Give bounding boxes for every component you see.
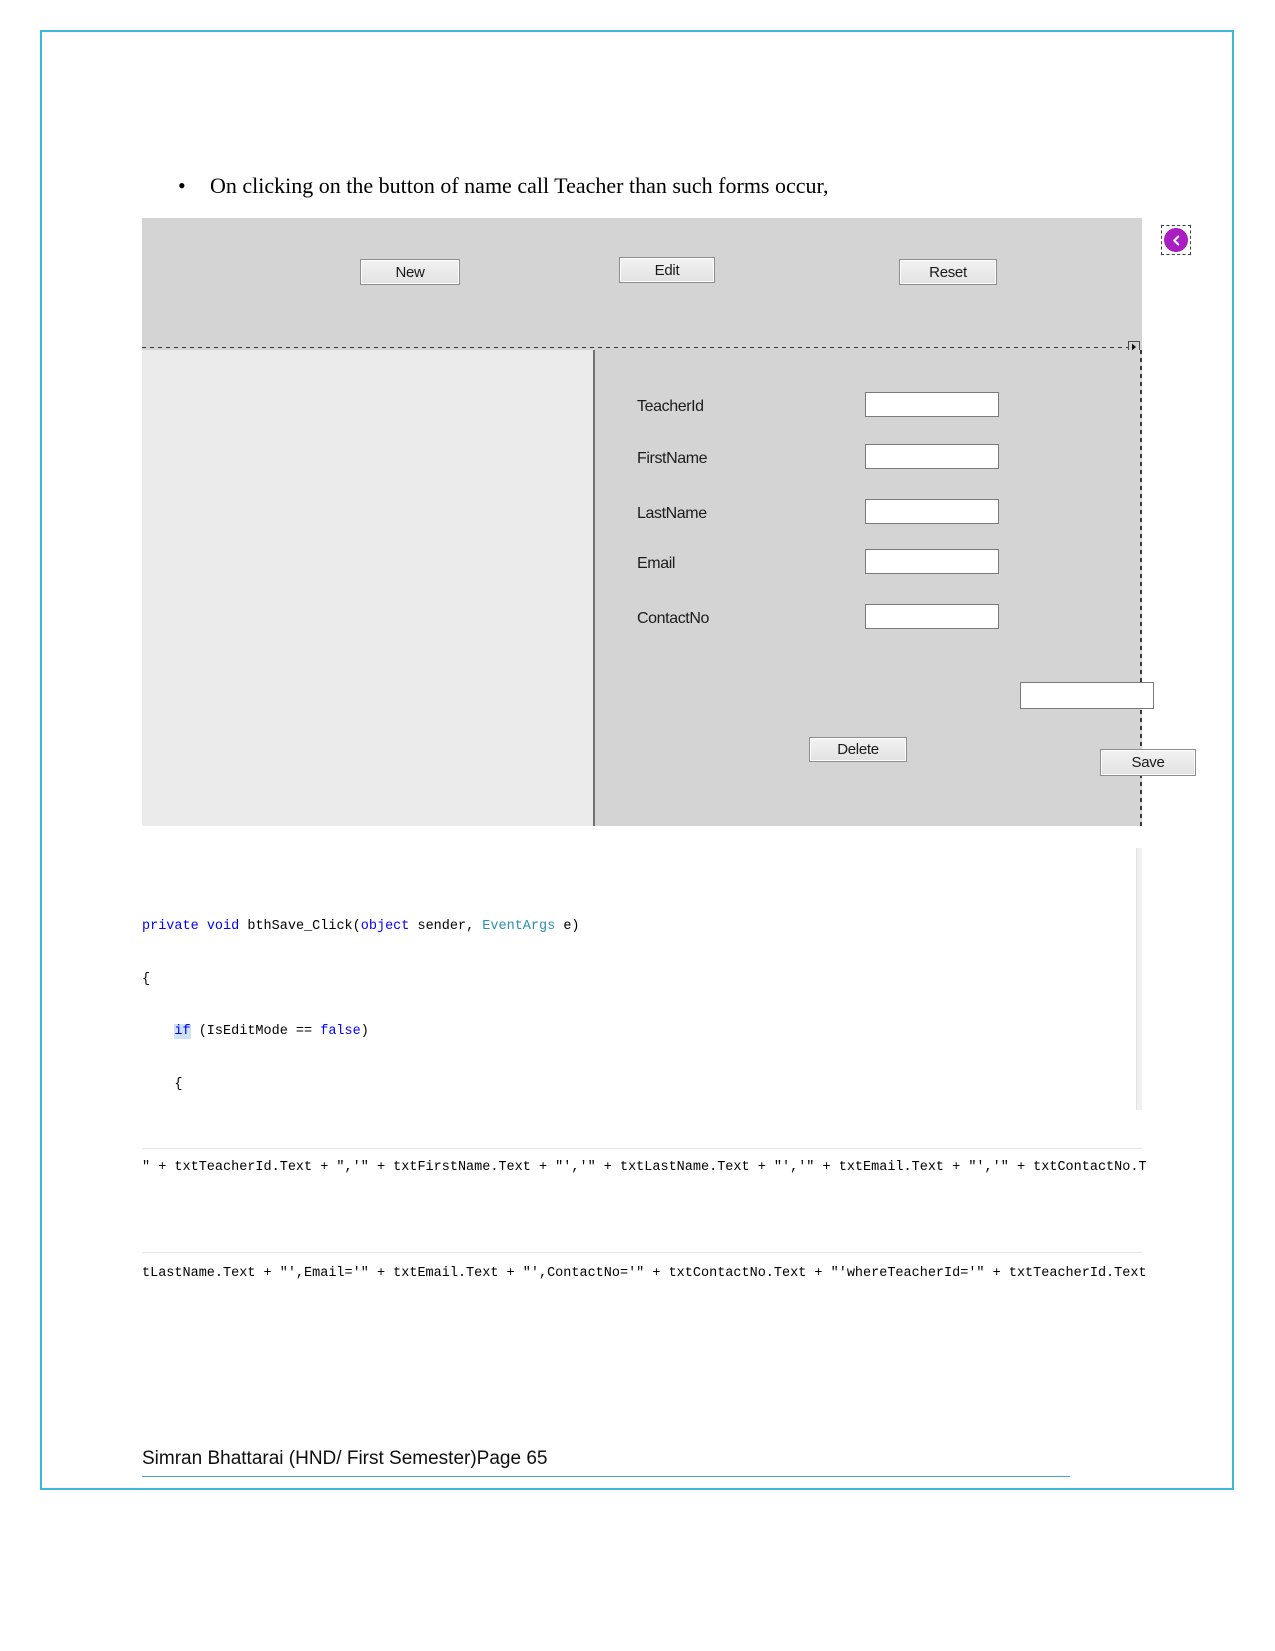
contactno-input[interactable] (865, 604, 999, 629)
code-line: private void bthSave_Click(object sender… (142, 919, 580, 934)
chevron-left-icon (1170, 234, 1183, 247)
contactno-label: ContactNo (637, 610, 709, 627)
field-row-contactno: ContactNo (637, 604, 1137, 634)
new-button[interactable]: New (360, 259, 460, 285)
save-button[interactable]: Save (1100, 749, 1196, 776)
form-body: TeacherId FirstName LastName Email Conta… (142, 350, 1196, 826)
field-row-email: Email (637, 549, 1137, 579)
firstname-label: FirstName (637, 450, 708, 467)
lastname-input[interactable] (865, 499, 999, 524)
delete-button[interactable]: Delete (809, 737, 907, 762)
code-line: { (142, 971, 151, 987)
teacher-list-panel (142, 350, 595, 826)
bullet-marker: • (178, 173, 186, 198)
overflow-divider (142, 1148, 1142, 1149)
field-row-firstname: FirstName (637, 444, 1137, 474)
teacher-detail-panel: TeacherId FirstName LastName Email Conta… (597, 350, 1196, 826)
form-toolbar: New Edit Reset (142, 218, 1191, 344)
teacherid-label: TeacherId (637, 398, 704, 415)
code-line: if (IsEditMode == false) (174, 1024, 369, 1039)
edit-button[interactable]: Edit (619, 257, 715, 283)
back-button[interactable] (1164, 228, 1188, 252)
bullet-paragraph: • On clicking on the button of name call… (178, 172, 1098, 200)
email-label: Email (637, 555, 676, 572)
query-input[interactable] (1020, 682, 1154, 709)
code-editor-screenshot: private void bthSave_Click(object sender… (142, 848, 1142, 1110)
page-footer: Simran Bhattarai (HND/ First Semester)Pa… (142, 1448, 1070, 1477)
overflow-divider (142, 1252, 1142, 1253)
lastname-label: LastName (637, 505, 707, 522)
teacher-form-screenshot: New Edit Reset TeacherId FirstName LastN… (142, 218, 1196, 826)
teacherid-input[interactable] (865, 392, 999, 417)
email-input[interactable] (865, 549, 999, 574)
back-button-selection-box (1161, 225, 1191, 255)
field-row-lastname: LastName (637, 499, 1137, 529)
code-line: { (142, 1076, 183, 1092)
firstname-input[interactable] (865, 444, 999, 469)
overflow-code-line-1: " + txtTeacherId.Text + ",'" + txtFirstN… (142, 1160, 1147, 1175)
reset-button[interactable]: Reset (899, 259, 997, 285)
code-scrollbar[interactable] (1136, 848, 1142, 1110)
overflow-code-line-2: tLastName.Text + "',Email='" + txtEmail.… (142, 1266, 1147, 1281)
bullet-paragraph-text: On clicking on the button of name call T… (210, 173, 829, 198)
field-row-teacherid: TeacherId (637, 392, 1137, 422)
